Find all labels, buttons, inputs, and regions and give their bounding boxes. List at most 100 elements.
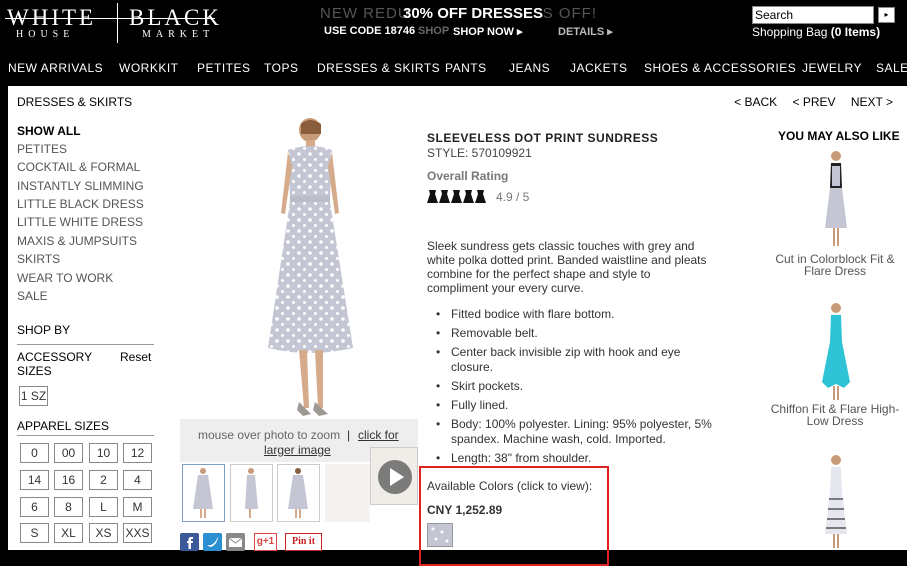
brand-logo[interactable]: WHITE BLACK HOUSE MARKET — [5, 3, 219, 43]
sidebar-item-little-black-dress[interactable]: LITTLE BLACK DRESS — [17, 197, 144, 211]
product-title: SLEEVELESS DOT PRINT SUNDRESS — [427, 131, 659, 145]
size-option[interactable]: 10 — [89, 443, 118, 463]
promo-code: USE CODE 18746 — [324, 25, 416, 37]
search-button[interactable]: ▸ — [878, 7, 895, 23]
nav-item-workkit[interactable]: WORKKIT — [119, 61, 179, 75]
feature-item: Skirt pockets. — [427, 379, 712, 394]
product-description: Sleek sundress gets classic touches with… — [427, 239, 707, 295]
logo-divider — [117, 3, 118, 43]
sizes-heading: SIZES — [17, 364, 52, 378]
rec-dress-colorblock-name[interactable]: Cut in Colorblock Fit & Flare Dress — [767, 253, 903, 277]
larger-image-link[interactable]: click for — [358, 428, 399, 442]
nav-item-dresses-skirts[interactable]: DRESSES & SKIRTS — [317, 61, 440, 75]
rec-dress-chiffon-image[interactable] — [814, 302, 858, 402]
divider — [17, 344, 154, 345]
zoom-separator: | — [347, 428, 351, 442]
video-thumbnail[interactable] — [370, 447, 418, 505]
google-plus-button[interactable]: g+1 — [254, 533, 277, 551]
size-option[interactable]: L — [89, 497, 118, 517]
thumbnail-back[interactable] — [277, 464, 320, 522]
nav-item-tops[interactable]: TOPS — [264, 61, 298, 75]
rating-value: 4.9 / 5 — [496, 190, 530, 204]
nav-item-new-arrivals[interactable]: NEW ARRIVALS — [8, 61, 103, 75]
size-option[interactable]: XL — [54, 523, 83, 543]
product-image[interactable] — [241, 118, 401, 418]
promo-background-sub: SHOP — [418, 25, 450, 37]
nav-item-sale[interactable]: SALE — [876, 61, 907, 75]
you-may-also-like-heading: YOU MAY ALSO LIKE — [778, 129, 900, 143]
size-option[interactable]: 12 — [123, 443, 152, 463]
shopping-bag-link[interactable]: Shopping Bag (0 Items) — [752, 25, 880, 39]
size-option[interactable]: 16 — [54, 470, 83, 490]
bag-count: (0 Items) — [830, 25, 881, 39]
size-option[interactable]: 14 — [20, 470, 49, 490]
thumbnail-placeholder — [325, 464, 370, 522]
bag-label: Shopping Bag — [752, 25, 828, 39]
thumbnail-side[interactable] — [230, 464, 273, 522]
size-option[interactable]: 6 — [20, 497, 49, 517]
size-option-1sz[interactable]: 1 SZ — [19, 386, 48, 406]
color-swatch-grey-dot[interactable] — [427, 523, 453, 547]
rec-dress-colorblock-image[interactable] — [814, 150, 858, 250]
feature-item: Body: 100% polyester. Lining: 95% polyes… — [427, 417, 712, 447]
back-link[interactable]: < BACK — [734, 95, 777, 109]
sidebar-item-petites[interactable]: PETITES — [17, 142, 67, 156]
sidebar-item-maxis-jumpsuits[interactable]: MAXIS & JUMPSUITS — [17, 234, 137, 248]
size-option[interactable]: M — [123, 497, 152, 517]
divider — [17, 435, 154, 436]
reset-link[interactable]: Reset — [120, 350, 151, 364]
play-icon — [378, 460, 412, 494]
next-link[interactable]: NEXT > — [851, 95, 893, 109]
thumbnail-front[interactable] — [182, 464, 225, 522]
nav-item-jackets[interactable]: JACKETS — [570, 61, 628, 75]
accessory-heading: ACCESSORY — [17, 350, 93, 364]
promo-headline[interactable]: 30% OFF DRESSES — [403, 5, 543, 22]
main-nav: NEW ARRIVALS WORKKIT PETITES TOPS DRESSE… — [0, 56, 907, 82]
logo-house: HOUSE — [16, 29, 75, 40]
rec-dress-chiffon-name[interactable]: Chiffon Fit & Flare High-Low Dress — [767, 403, 903, 427]
promo-details-link[interactable]: DETAILS ▸ — [558, 25, 613, 38]
sidebar-item-instantly-slimming[interactable]: INSTANTLY SLIMMING — [17, 179, 144, 193]
facebook-icon[interactable] — [180, 533, 199, 551]
size-option[interactable]: XXS — [123, 523, 152, 543]
size-option[interactable]: 8 — [54, 497, 83, 517]
sidebar-item-little-white-dress[interactable]: LITTLE WHITE DRESS — [17, 215, 143, 229]
logo-market: MARKET — [142, 29, 215, 40]
size-option[interactable]: 4 — [123, 470, 152, 490]
email-icon[interactable] — [226, 533, 245, 551]
sidebar-item-cocktail-formal[interactable]: COCKTAIL & FORMAL — [17, 160, 140, 174]
sidebar-item-sale[interactable]: SALE — [17, 289, 48, 303]
feature-item: Center back invisible zip with hook and … — [427, 345, 712, 375]
rec-dress-print-image[interactable] — [814, 454, 858, 550]
nav-item-petites[interactable]: PETITES — [197, 61, 251, 75]
search-input[interactable] — [752, 6, 874, 24]
size-option[interactable]: S — [20, 523, 49, 543]
promo-shop-now-link[interactable]: SHOP NOW ▸ — [453, 25, 523, 38]
larger-image-link-line2[interactable]: larger image — [264, 443, 331, 457]
sidebar-item-wear-to-work[interactable]: WEAR TO WORK — [17, 271, 113, 285]
nav-item-jewelry[interactable]: JEWELRY — [802, 61, 862, 75]
size-option[interactable]: 0 — [20, 443, 49, 463]
zoom-hint: mouse over photo to zoom — [198, 428, 341, 442]
size-option[interactable]: XS — [89, 523, 118, 543]
size-option[interactable]: 2 — [89, 470, 118, 490]
product-features: Fitted bodice with flare bottom. Removab… — [427, 307, 712, 470]
apparel-sizes-heading: APPAREL SIZES — [17, 419, 110, 433]
nav-item-shoes-accessories[interactable]: SHOES & ACCESSORIES — [644, 61, 796, 75]
shop-by-heading: SHOP BY — [17, 323, 71, 337]
rating-dress-icons[interactable] — [427, 188, 491, 205]
feature-item: Removable belt. — [427, 326, 712, 341]
site-header: WHITE BLACK HOUSE MARKET NEW REDU S OFF! … — [0, 0, 907, 56]
logo-strike — [5, 18, 215, 19]
nav-item-jeans[interactable]: JEANS — [509, 61, 550, 75]
pager: < BACK < PREV NEXT > — [722, 95, 893, 109]
pinterest-button[interactable]: Pin it — [285, 533, 322, 551]
breadcrumb[interactable]: DRESSES & SKIRTS — [17, 95, 132, 109]
size-option[interactable]: 00 — [54, 443, 83, 463]
prev-link[interactable]: < PREV — [792, 95, 835, 109]
page-content: DRESSES & SKIRTS < BACK < PREV NEXT > SH… — [8, 86, 907, 566]
nav-item-pants[interactable]: PANTS — [445, 61, 487, 75]
sidebar-item-skirts[interactable]: SKIRTS — [17, 252, 60, 266]
sidebar-item-show-all[interactable]: SHOW ALL — [17, 124, 81, 138]
twitter-icon[interactable] — [203, 533, 222, 551]
